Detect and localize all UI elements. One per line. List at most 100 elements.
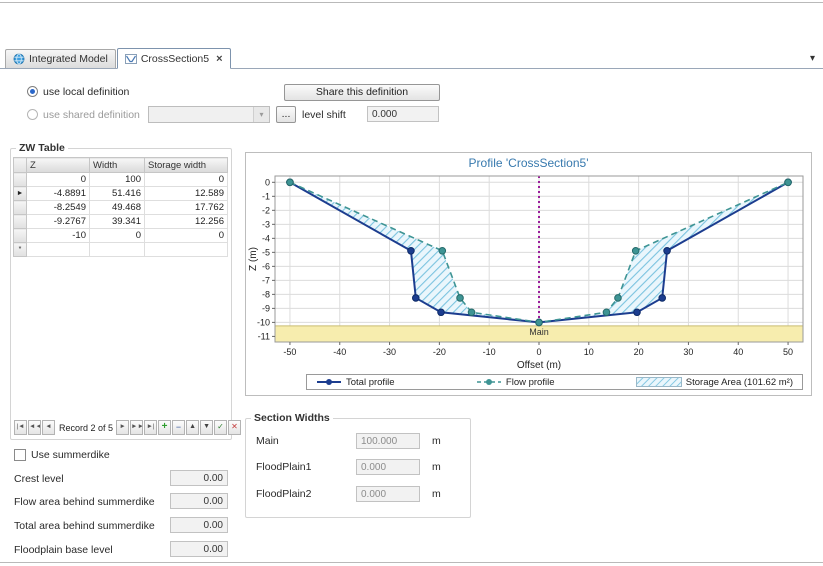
grid-cell-width[interactable]: 100	[89, 172, 145, 187]
nav-prev-button[interactable]: ◄	[42, 420, 55, 435]
tab-crosssection5[interactable]: CrossSection5 ×	[116, 48, 231, 69]
flow-area-behind-summerdike-input: 0.00	[170, 493, 228, 509]
section-widths-group: Section Widths Main 100.000 m FloodPlain…	[245, 412, 471, 518]
svg-text:40: 40	[733, 347, 743, 357]
svg-text:50: 50	[783, 347, 793, 357]
section-widths-group-title: Section Widths	[251, 412, 333, 424]
total-area-behind-summerdike-input: 0.00	[170, 517, 228, 533]
radio-use-local-label[interactable]: use local definition	[43, 86, 129, 98]
table-row[interactable]: -9.2767 39.341 12.256	[13, 214, 228, 229]
row-selector[interactable]	[13, 200, 27, 215]
zw-table-grid: Z Width Storage width 0 100 0 ► -4.8891 …	[13, 157, 228, 257]
svg-text:-20: -20	[433, 347, 446, 357]
level-shift-label: level shift	[302, 109, 346, 121]
grid-cell-width[interactable]: 51.416	[89, 186, 145, 201]
nav-cancel-button[interactable]: ✕	[228, 420, 242, 435]
svg-text:-1: -1	[262, 191, 270, 201]
nav-accept-button[interactable]: ✓	[214, 420, 228, 435]
main-width-unit: m	[432, 435, 441, 447]
column-header-width[interactable]: Width	[89, 157, 145, 173]
svg-text:-6: -6	[262, 261, 270, 271]
zw-table-group: ZW Table Z Width Storage width 0 100 0 ►…	[10, 142, 242, 440]
svg-text:-30: -30	[383, 347, 396, 357]
svg-text:-11: -11	[258, 331, 270, 341]
shared-definition-combo: ▾	[148, 106, 270, 123]
svg-text:-10: -10	[483, 347, 496, 357]
close-tab-icon[interactable]: ×	[216, 53, 222, 64]
nav-next-button[interactable]: ►	[116, 420, 130, 435]
use-summerdike-label[interactable]: Use summerdike	[31, 449, 110, 461]
flow-profile-swatch-icon	[476, 379, 501, 385]
use-summerdike-checkbox[interactable]	[14, 449, 26, 461]
table-row[interactable]: 0 100 0	[13, 172, 228, 187]
grid-cell-z[interactable]: -9.2767	[26, 214, 90, 229]
table-row-new[interactable]: *	[13, 242, 228, 257]
row-selector-current-icon[interactable]: ►	[13, 186, 27, 201]
crest-level-input: 0.00	[170, 470, 228, 486]
profile-chart-panel: Profile 'CrossSection5' Main -50 -40 -30 -20…	[245, 152, 812, 396]
nav-next-page-button[interactable]: ►►	[130, 420, 144, 435]
grid-cell-storage[interactable]: 0	[144, 228, 228, 243]
nav-first-button[interactable]: |◄	[14, 420, 27, 435]
grid-cell-storage[interactable]	[144, 242, 228, 257]
nav-move-down-button[interactable]: ▼	[200, 420, 214, 435]
total-profile-swatch-icon	[317, 379, 341, 385]
tab-list-chevron-icon[interactable]: ▾	[810, 53, 815, 64]
share-definition-button[interactable]: Share this definition	[284, 84, 440, 101]
grid-cell-storage[interactable]: 12.589	[144, 186, 228, 201]
grid-cell-storage[interactable]: 17.762	[144, 200, 228, 215]
radio-use-local-definition[interactable]	[27, 86, 38, 97]
row-selector-new-icon[interactable]: *	[13, 242, 27, 257]
svg-text:-2: -2	[262, 205, 270, 215]
radio-use-shared-definition	[27, 109, 38, 120]
grid-cell-z[interactable]	[26, 242, 90, 257]
row-selector[interactable]	[13, 172, 27, 187]
profile-chart-canvas[interactable]: Main -50 -40 -30 -20 -10 0 10 20 30 40 50 0 -1 -2 -3 -4 -…	[247, 170, 810, 374]
column-header-z[interactable]: Z	[26, 157, 90, 173]
tab-label: CrossSection5	[140, 52, 210, 65]
grid-cell-width[interactable]	[89, 242, 145, 257]
grid-cell-width[interactable]: 39.341	[89, 214, 145, 229]
row-selector[interactable]	[13, 214, 27, 229]
nav-prev-page-button[interactable]: ◄◄	[28, 420, 41, 435]
grid-cell-z[interactable]: -10	[26, 228, 90, 243]
floodplain-base-level-label: Floodplain base level	[14, 544, 113, 556]
browse-shared-definition-button[interactable]: ...	[276, 106, 296, 123]
floodplain-base-level-input: 0.00	[170, 541, 228, 557]
grid-cell-storage[interactable]: 0	[144, 172, 228, 187]
level-shift-input[interactable]: 0.000	[367, 106, 439, 122]
svg-text:20: 20	[634, 347, 644, 357]
nav-move-up-button[interactable]: ▲	[186, 420, 200, 435]
grid-cell-z[interactable]: -4.8891	[26, 186, 90, 201]
svg-text:-5: -5	[262, 247, 270, 257]
grid-cell-width[interactable]: 0	[89, 228, 145, 243]
record-navigator: |◄ ◄◄ ◄ Record 2 of 5 ► ►► ►| + − ▲ ▼ ✓ …	[14, 420, 242, 435]
svg-text:10: 10	[584, 347, 594, 357]
nav-delete-row-button[interactable]: −	[172, 420, 186, 435]
table-row[interactable]: -10 0 0	[13, 228, 228, 243]
legend-item-total-profile: Total profile	[316, 377, 395, 388]
document-tabstrip: Integrated Model CrossSection5 × ▾	[0, 48, 823, 69]
main-width-label: Main	[256, 435, 279, 447]
grid-cell-z[interactable]: 0	[26, 172, 90, 187]
nav-last-button[interactable]: ►|	[144, 420, 158, 435]
table-row-current[interactable]: ► -4.8891 51.416 12.589	[13, 186, 228, 201]
globe-icon	[13, 53, 25, 65]
svg-text:-9: -9	[262, 303, 270, 313]
svg-text:-3: -3	[262, 219, 270, 229]
grid-cell-storage[interactable]: 12.256	[144, 214, 228, 229]
tab-integrated-model[interactable]: Integrated Model	[5, 49, 116, 68]
row-selector-header	[13, 157, 27, 173]
svg-text:0: 0	[536, 347, 541, 357]
row-selector[interactable]	[13, 228, 27, 243]
svg-text:-10: -10	[257, 317, 270, 327]
grid-cell-z[interactable]: -8.2549	[26, 200, 90, 215]
floodplain1-width-label: FloodPlain1	[256, 461, 312, 473]
column-header-storage-width[interactable]: Storage width	[144, 157, 228, 173]
nav-add-row-button[interactable]: +	[158, 420, 172, 435]
svg-text:0: 0	[265, 177, 270, 187]
chart-title: Profile 'CrossSection5'	[468, 156, 589, 170]
floodplain1-width-unit: m	[432, 461, 441, 473]
grid-cell-width[interactable]: 49.468	[89, 200, 145, 215]
table-row[interactable]: -8.2549 49.468 17.762	[13, 200, 228, 215]
